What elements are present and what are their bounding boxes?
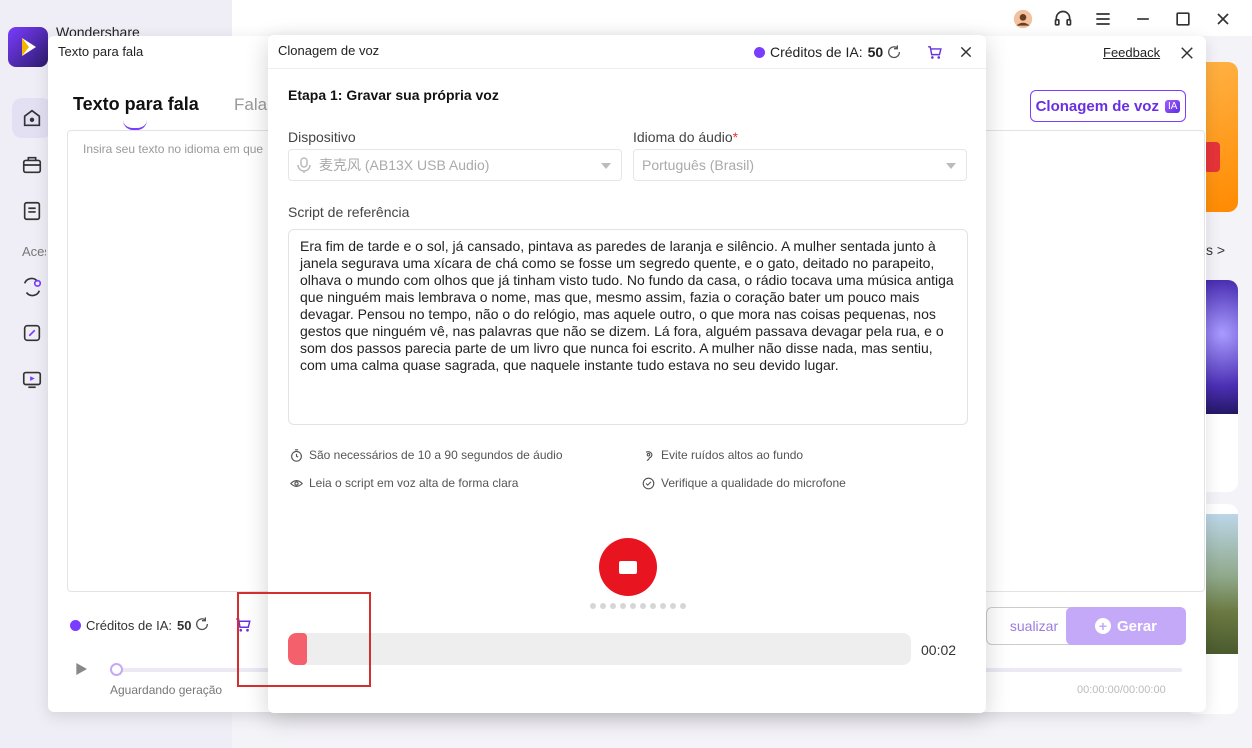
toolbox-icon[interactable] xyxy=(12,145,52,185)
close-icon[interactable] xyxy=(1212,8,1234,30)
chevron-down-icon xyxy=(601,163,611,169)
stop-icon xyxy=(619,560,637,574)
recording-indicator xyxy=(590,603,686,609)
noise-icon xyxy=(645,450,653,461)
tip-duration: São necessários de 10 a 90 segundos de á… xyxy=(290,448,563,462)
required-mark: * xyxy=(732,129,739,145)
dialog-credits-value: 50 xyxy=(867,44,884,60)
tts-window-title: Texto para fala xyxy=(58,44,144,59)
edit-icon[interactable] xyxy=(12,313,52,353)
media-icon[interactable] xyxy=(12,359,52,399)
language-value: Português (Brasil) xyxy=(642,157,755,173)
dialog-close-icon[interactable] xyxy=(958,44,974,60)
step-title: Etapa 1: Gravar sua própria voz xyxy=(288,87,499,103)
feedback-link[interactable]: Feedback xyxy=(1103,45,1160,60)
dialog-header: Clonagem de voz Créditos de IA: 50 xyxy=(268,35,986,69)
tts-credits-label: Créditos de IA: xyxy=(86,618,172,633)
document-icon[interactable] xyxy=(12,191,52,231)
tts-refresh-icon[interactable] xyxy=(194,616,210,632)
minimize-icon[interactable] xyxy=(1132,8,1154,30)
cart-icon[interactable] xyxy=(926,44,943,61)
timer-icon xyxy=(291,448,302,462)
voice-clone-dialog: Clonagem de voz Créditos de IA: 50 Etapa… xyxy=(268,35,986,713)
generation-status: Aguardando geração xyxy=(110,683,223,697)
voice-clone-button[interactable]: Clonagem de voz IA xyxy=(1030,90,1186,122)
tip-noise-text: Evite ruídos altos ao fundo xyxy=(661,448,804,462)
stop-recording-button[interactable] xyxy=(599,538,657,596)
device-select[interactable]: 麦克风 (AB13X USB Audio) xyxy=(288,149,622,181)
generate-button[interactable]: + Gerar xyxy=(1066,607,1186,645)
tts-close-icon[interactable] xyxy=(1178,44,1196,62)
tip-duration-text: São necessários de 10 a 90 segundos de á… xyxy=(309,448,563,462)
credit-icon xyxy=(70,620,81,631)
script-label: Script de referência xyxy=(288,204,410,220)
device-value: 麦克风 (AB13X USB Audio) xyxy=(319,157,490,173)
microphone-icon xyxy=(297,157,311,173)
tab-speech[interactable]: Fala xyxy=(234,95,267,115)
maximize-icon[interactable] xyxy=(1172,8,1194,30)
playback-time: 00:00:00/00:00:00 xyxy=(1077,684,1166,696)
convert-icon[interactable] xyxy=(12,267,52,307)
tip-mic: Verifique a qualidade do microfone xyxy=(642,476,846,490)
check-circle-icon xyxy=(642,477,655,489)
ia-badge: IA xyxy=(1164,99,1181,113)
tts-credits-value: 50 xyxy=(177,618,192,633)
reference-script[interactable]: Era fim de tarde e o sol, já cansado, pi… xyxy=(288,229,968,425)
refresh-icon[interactable] xyxy=(886,44,902,60)
highlight-annotation xyxy=(237,592,371,687)
sidebar-section-label: Acessórios xyxy=(22,244,46,259)
language-label-group: Idioma do áudio* xyxy=(633,129,738,145)
tip-read-text: Leia o script em voz alta de forma clara xyxy=(309,476,519,490)
language-label: Idioma do áudio xyxy=(633,129,733,145)
top-bar xyxy=(232,0,1252,36)
recording-elapsed: 00:02 xyxy=(921,642,957,658)
dialog-credits: Créditos de IA: 50 xyxy=(754,44,883,60)
language-select[interactable]: Português (Brasil) xyxy=(633,149,967,181)
playback-knob[interactable] xyxy=(110,663,123,676)
app-logo-icon xyxy=(8,27,48,67)
avatar-icon[interactable] xyxy=(1012,8,1034,30)
play-icon[interactable] xyxy=(73,661,89,677)
dialog-credits-label: Créditos de IA: xyxy=(770,44,863,60)
more-link[interactable]: s > xyxy=(1206,242,1225,258)
tab-text-to-speech[interactable]: Texto para fala xyxy=(73,94,199,130)
credit-icon xyxy=(754,46,765,58)
menu-icon[interactable] xyxy=(1092,8,1114,30)
tts-placeholder: Insira seu texto no idioma em que xyxy=(83,142,264,156)
headset-icon[interactable] xyxy=(1052,8,1074,30)
generate-label: Gerar xyxy=(1116,617,1158,635)
home-icon[interactable] xyxy=(12,98,52,138)
voice-clone-label: Clonagem de voz xyxy=(1035,97,1159,115)
dialog-title: Clonagem de voz xyxy=(278,43,380,58)
tts-credits: Créditos de IA: 50 xyxy=(70,618,191,633)
device-label: Dispositivo xyxy=(288,129,356,145)
tip-read: Leia o script em voz alta de forma clara xyxy=(290,476,518,490)
recording-progress-bar xyxy=(288,633,911,665)
tip-noise: Evite ruídos altos ao fundo xyxy=(642,448,803,462)
chevron-down-icon xyxy=(946,163,956,169)
tip-mic-text: Verifique a qualidade do microfone xyxy=(661,476,846,490)
plus-icon: + xyxy=(1094,618,1111,634)
eye-icon xyxy=(290,479,303,487)
